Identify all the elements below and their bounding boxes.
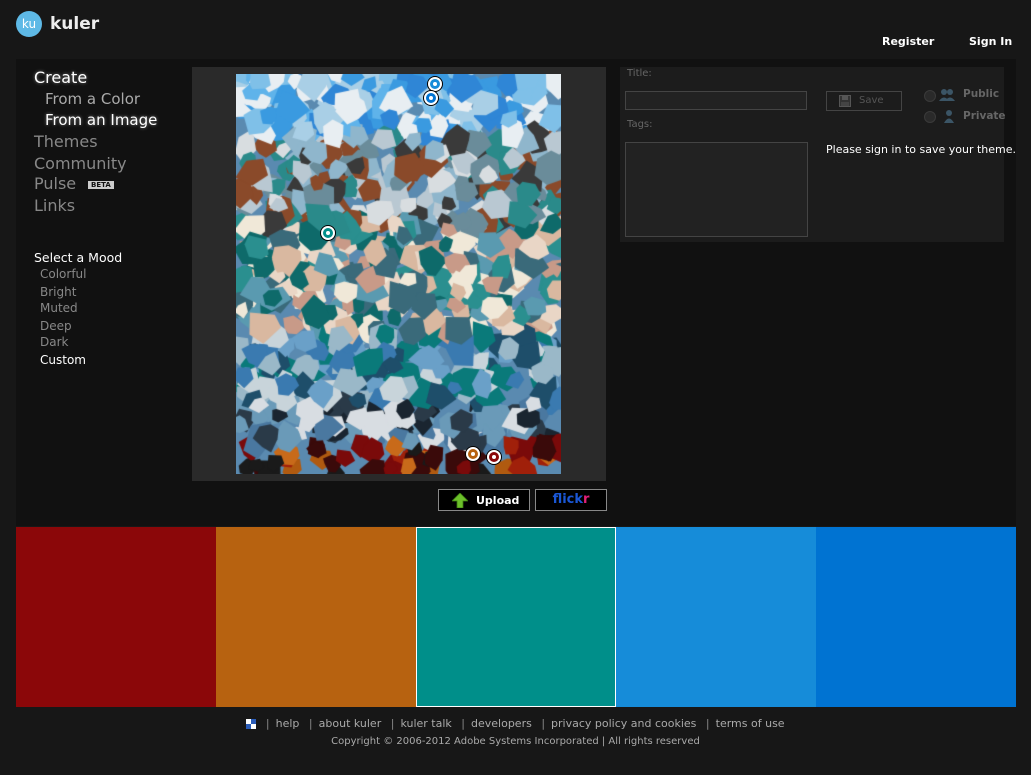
flickr-label-part2: r xyxy=(583,492,590,507)
footer-privacy-link[interactable]: privacy policy and cookies xyxy=(551,717,696,730)
public-radio[interactable] xyxy=(924,90,936,102)
nav-create[interactable]: Create xyxy=(34,68,87,87)
footer-developers-link[interactable]: developers xyxy=(471,717,532,730)
color-swatch-2[interactable] xyxy=(216,527,416,707)
footer-links: | help | about kuler | kuler talk | develope… xyxy=(0,717,1031,730)
nav-pulse[interactable]: Pulse xyxy=(34,174,76,193)
color-picker-marker-3[interactable] xyxy=(321,226,335,240)
kuler-logo-text[interactable]: kuler xyxy=(50,14,99,34)
tags-input[interactable] xyxy=(625,142,808,237)
nav-from-a-color[interactable]: From a Color xyxy=(45,90,140,108)
source-image[interactable] xyxy=(236,74,561,474)
nav-community[interactable]: Community xyxy=(34,154,127,173)
public-users-icon xyxy=(939,89,955,101)
sign-in-link[interactable]: Sign In xyxy=(969,35,1012,48)
title-input[interactable] xyxy=(625,91,807,110)
mood-colorful[interactable]: Colorful xyxy=(40,267,87,281)
select-mood-title: Select a Mood xyxy=(34,250,123,265)
beta-badge: BETA xyxy=(88,181,114,189)
color-swatch-4[interactable] xyxy=(616,527,816,707)
nav-themes[interactable]: Themes xyxy=(34,132,98,151)
footer-kuler-talk-link[interactable]: kuler talk xyxy=(400,717,451,730)
register-link[interactable]: Register xyxy=(882,35,934,48)
mood-dark[interactable]: Dark xyxy=(40,335,68,349)
public-label: Public xyxy=(963,88,1000,100)
mood-custom[interactable]: Custom xyxy=(40,353,86,367)
copyright-text: Copyright © 2006-2012 Adobe Systems Inco… xyxy=(331,736,700,747)
upload-label: Upload xyxy=(476,494,520,507)
kuler-logo-badge[interactable]: ku xyxy=(16,11,42,37)
color-picker-marker-4[interactable] xyxy=(466,447,480,461)
color-swatch-3-selected[interactable] xyxy=(416,527,616,707)
flickr-button[interactable]: flickr xyxy=(535,489,607,511)
color-swatch-1[interactable] xyxy=(16,527,216,707)
private-radio[interactable] xyxy=(924,111,936,123)
mood-deep[interactable]: Deep xyxy=(40,319,72,333)
private-user-icon xyxy=(944,110,954,123)
footer-terms-link[interactable]: terms of use xyxy=(716,717,785,730)
floppy-disk-icon xyxy=(839,95,851,107)
color-picker-marker-2[interactable] xyxy=(424,91,438,105)
mood-muted[interactable]: Muted xyxy=(40,301,78,315)
color-picker-marker-1[interactable] xyxy=(428,77,442,91)
sign-in-message: Please sign in to save your theme. xyxy=(826,143,1017,156)
save-label: Save xyxy=(859,95,884,106)
nav-links[interactable]: Links xyxy=(34,196,75,215)
upload-arrow-icon xyxy=(452,493,468,508)
nav-from-an-image[interactable]: From an Image xyxy=(45,111,157,129)
footer-about-link[interactable]: about kuler xyxy=(319,717,382,730)
save-button[interactable]: Save xyxy=(826,91,902,111)
color-picker-marker-5[interactable] xyxy=(487,450,501,464)
title-label: Title: xyxy=(627,68,652,79)
flickr-label-part1: flick xyxy=(552,492,584,507)
tags-label: Tags: xyxy=(627,119,653,130)
private-label: Private xyxy=(963,110,1006,122)
upload-button[interactable]: Upload xyxy=(438,489,530,511)
color-swatch-5[interactable] xyxy=(816,527,1016,707)
adobe-mini-logo-icon xyxy=(246,719,257,729)
footer-help-link[interactable]: help xyxy=(276,717,300,730)
mood-bright[interactable]: Bright xyxy=(40,285,76,299)
